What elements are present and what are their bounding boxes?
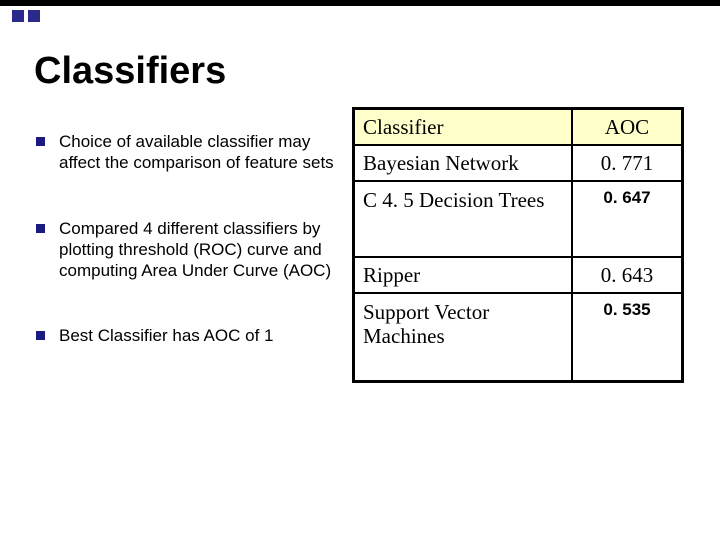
table-row: C 4. 5 Decision Trees 0. 647 <box>354 181 682 257</box>
classifier-aoc: 0. 643 <box>572 257 682 293</box>
table-row: Bayesian Network 0. 771 <box>354 145 682 181</box>
table-row: Support Vector Machines 0. 535 <box>354 293 682 381</box>
classifier-name: C 4. 5 Decision Trees <box>354 181 572 257</box>
classifier-name: Bayesian Network <box>354 145 572 181</box>
content-area: Choice of available classifier may affec… <box>0 107 720 391</box>
top-decor-squares <box>0 6 720 22</box>
slide-title: Classifiers <box>34 50 720 93</box>
decor-square-icon <box>12 10 24 22</box>
bullet-list: Choice of available classifier may affec… <box>34 107 352 391</box>
bullet-item: Compared 4 different classifiers by plot… <box>34 218 352 282</box>
table-header-classifier: Classifier <box>354 109 572 145</box>
classifier-aoc: 0. 535 <box>572 293 682 381</box>
bullet-icon <box>36 137 45 146</box>
decor-square-icon <box>28 10 40 22</box>
classifier-name: Ripper <box>354 257 572 293</box>
table-row: Ripper 0. 643 <box>354 257 682 293</box>
bullet-text: Choice of available classifier may affec… <box>59 131 352 174</box>
bullet-item: Choice of available classifier may affec… <box>34 131 352 174</box>
table-header-aoc: AOC <box>572 109 682 145</box>
bullet-text: Best Classifier has AOC of 1 <box>59 325 273 346</box>
table-header-row: Classifier AOC <box>354 109 682 145</box>
classifier-aoc: 0. 647 <box>572 181 682 257</box>
bullet-text: Compared 4 different classifiers by plot… <box>59 218 352 282</box>
classifier-name: Support Vector Machines <box>354 293 572 381</box>
bullet-icon <box>36 224 45 233</box>
classifier-aoc: 0. 771 <box>572 145 682 181</box>
classifier-table: Classifier AOC Bayesian Network 0. 771 C… <box>352 107 684 383</box>
bullet-item: Best Classifier has AOC of 1 <box>34 325 352 346</box>
bullet-icon <box>36 331 45 340</box>
